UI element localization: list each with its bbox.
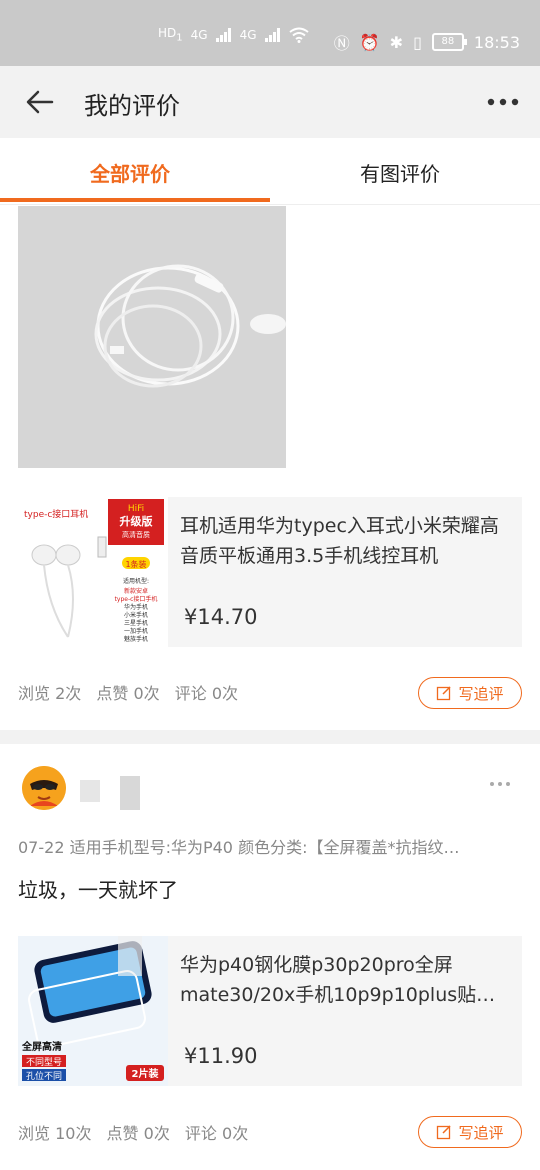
thumb-fit-line: 三星手机 [124, 619, 148, 627]
status-bar: HD1 4G 4G Ⓝ ⏰ ✱ ▯ 88 18:53 [0, 0, 540, 66]
views-count: 浏览 2次 [18, 684, 82, 703]
thumb-fit-line: 新款安卓 [124, 587, 148, 595]
product-price: ¥14.70 [184, 605, 258, 629]
thumb-one-pack: 1条装 [125, 559, 146, 569]
signal-bars-2-icon [264, 27, 280, 42]
earphones-photo [18, 206, 286, 468]
review-photo[interactable] [18, 206, 286, 468]
write-followup-label: 写追评 [458, 1123, 504, 1142]
comments-count: 评论 0次 [174, 684, 239, 703]
thumb-fit-line: type-c接口手机 [115, 595, 158, 603]
thumb-fit-line: 华为手机 [124, 603, 148, 611]
product-thumbnail: type-c接口耳机 HiFi 升级版 高清音质 1条装 适用机型: 新款安卓 … [18, 497, 168, 647]
thumb-diff-model: 不同型号 [26, 1057, 62, 1068]
network-indicators: HD1 4G 4G [158, 26, 309, 43]
clock: 18:53 [473, 32, 520, 52]
vibrate-icon: ▯ [413, 32, 422, 52]
likes-count: 点赞 0次 [96, 684, 160, 703]
write-followup-button[interactable]: 写追评 [418, 1116, 522, 1148]
status-right: Ⓝ ⏰ ✱ ▯ 88 18:53 [334, 30, 520, 54]
review-more-icon[interactable] [488, 780, 512, 788]
thumb-fit-title: 适用机型: [123, 577, 149, 585]
earphone-product-image: type-c接口耳机 HiFi 升级版 高清音质 1条装 适用机型: 新款安卓 … [18, 497, 168, 647]
review-stats: 浏览 10次 点赞 0次 评论 0次 [18, 1120, 258, 1144]
active-tab-indicator [0, 198, 270, 202]
views-count: 浏览 10次 [18, 1124, 92, 1143]
thumb-fullscreen: 全屏高清 [21, 1040, 62, 1053]
nfc-icon: Ⓝ [333, 34, 350, 53]
product-price: ¥11.90 [184, 1044, 258, 1068]
thumb-hole-diff: 孔位不同 [26, 1070, 62, 1082]
review-stats: 浏览 2次 点赞 0次 评论 0次 [18, 680, 248, 704]
avatar[interactable] [22, 766, 66, 810]
thumb-hq: 高清音质 [122, 530, 150, 539]
thumb-type-label: type-c接口耳机 [24, 508, 88, 520]
network-type-1: 4G [190, 27, 208, 42]
signal-icon: HD1 [158, 26, 183, 44]
product-card[interactable]: 全屏高清 不同型号 孔位不同 2片装 华为p40钢化膜p30p20pro全屏ma… [18, 936, 522, 1086]
thumb-upgrade: 升级版 [120, 514, 153, 528]
likes-count: 点赞 0次 [106, 1124, 170, 1143]
tab-photo-reviews[interactable]: 有图评价 [360, 158, 440, 187]
thumb-pack: 2片装 [132, 1067, 159, 1080]
more-icon[interactable] [486, 92, 520, 112]
wifi-icon [288, 27, 309, 43]
edit-icon [437, 686, 452, 701]
username-redacted [120, 776, 140, 810]
network-type-2: 4G [239, 27, 257, 42]
product-card[interactable]: type-c接口耳机 HiFi 升级版 高清音质 1条装 适用机型: 新款安卓 … [18, 497, 522, 647]
signal-bars-icon [215, 27, 231, 42]
product-name: 华为p40钢化膜p30p20pro全屏mate30/20x手机10p9p10pl… [180, 954, 496, 1006]
screen-protector-image: 全屏高清 不同型号 孔位不同 2片装 [18, 936, 168, 1086]
username-redacted [80, 780, 100, 802]
thumb-fit-line: 魅族手机 [124, 635, 148, 643]
tab-all-reviews[interactable]: 全部评价 [90, 158, 170, 187]
thumb-fit-line: 一加手机 [124, 627, 148, 635]
comments-count: 评论 0次 [184, 1124, 249, 1143]
nav-bar: 我的评价 [0, 66, 540, 138]
battery-icon: 88 [431, 33, 467, 51]
product-name: 耳机适用华为typec入耳式小米荣耀高音质平板通用3.5手机线控耳机 [180, 515, 499, 567]
alarm-icon: ⏰ [359, 32, 380, 52]
page-title: 我的评价 [84, 92, 180, 120]
section-divider [0, 730, 540, 744]
review-meta: 07-22 适用手机型号:华为P40 颜色分类:【全屏覆盖*抗指纹… [18, 838, 460, 857]
thumb-fit-line: 小米手机 [124, 611, 148, 619]
write-followup-label: 写追评 [458, 684, 504, 703]
bluetooth-icon: ✱ [389, 32, 404, 52]
product-thumbnail: 全屏高清 不同型号 孔位不同 2片装 [18, 936, 168, 1086]
review-text: 垃圾，一天就坏了 [18, 878, 178, 902]
write-followup-button[interactable]: 写追评 [418, 677, 522, 709]
tab-bar: 全部评价 有图评价 [0, 138, 540, 205]
avatar-image [22, 766, 66, 810]
thumb-hifi: HiFi [128, 504, 144, 514]
back-arrow-icon[interactable] [24, 86, 56, 118]
edit-icon [437, 1125, 452, 1140]
